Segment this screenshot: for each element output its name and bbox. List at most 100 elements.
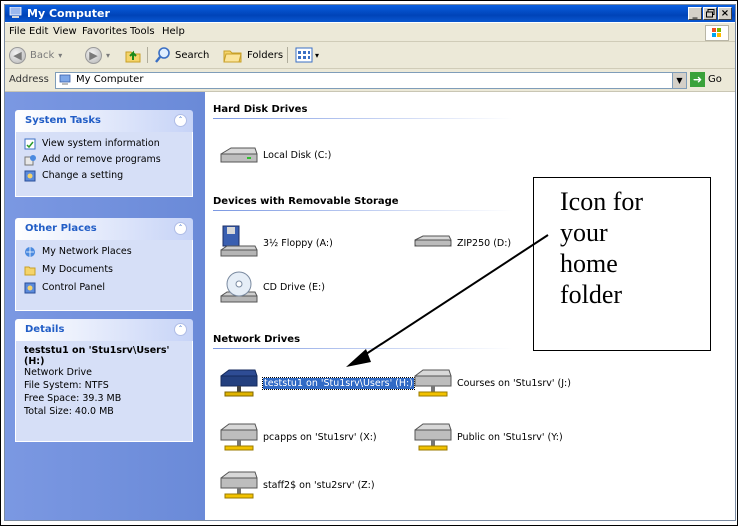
other-places-body: My Network Places My Documents Control P…	[15, 240, 193, 311]
standard-toolbar: ◀ Back ▾ ▶ ▾ Search Folders ▾	[5, 42, 735, 69]
menu-edit[interactable]: Edit	[29, 26, 48, 37]
views-icon	[295, 47, 313, 63]
callout-line: Icon for	[560, 187, 644, 216]
drive-label: Local Disk (C:)	[263, 150, 332, 161]
programs-icon	[24, 155, 36, 166]
network-places-icon	[25, 247, 35, 257]
search-icon	[155, 47, 170, 63]
maximize-icon	[705, 9, 714, 18]
place-label: Control Panel	[42, 282, 105, 293]
address-field[interactable]: My Computer ▼	[55, 72, 687, 89]
my-computer-icon	[59, 74, 71, 85]
back-label: Back	[30, 49, 55, 61]
task-change-setting[interactable]: Change a setting	[16, 168, 192, 184]
up-folder-button[interactable]	[124, 46, 142, 64]
task-label: View system information	[42, 138, 160, 149]
back-arrow-icon: ◀	[9, 46, 26, 64]
menu-file[interactable]: File	[9, 26, 26, 37]
callout-line: home	[560, 249, 618, 278]
drive-label: 3½ Floppy (A:)	[263, 238, 333, 249]
collapse-chevron-icon[interactable]: ˆ	[174, 222, 187, 235]
annotation-callout-box: Icon for your home folder	[533, 177, 711, 351]
menu-tools[interactable]: Tools	[130, 26, 155, 37]
network-drive-icon	[220, 423, 258, 451]
task-pane: System Tasks ˆ View system information A…	[5, 92, 205, 520]
details-header[interactable]: Details ˆ	[15, 319, 193, 341]
group-header-hard-disks: Hard Disk Drives	[213, 104, 308, 115]
info-icon	[24, 138, 36, 150]
details-free-space: Free Space: 39.3 MB	[24, 393, 122, 404]
views-button[interactable]: ▾	[295, 46, 319, 64]
place-my-network-places[interactable]: My Network Places	[16, 244, 192, 262]
network-drive-icon	[414, 369, 452, 397]
task-label: Change a setting	[42, 170, 124, 181]
address-value: My Computer	[76, 74, 144, 85]
system-tasks-header[interactable]: System Tasks ˆ	[15, 110, 193, 132]
folders-label: Folders	[247, 49, 284, 61]
folders-button[interactable]: Folders	[223, 46, 283, 64]
folders-icon	[223, 50, 242, 63]
drive-label: ZIP250 (D:)	[457, 238, 512, 249]
group-divider	[213, 348, 513, 349]
other-places-panel: Other Places ˆ My Network Places My Docu…	[15, 218, 193, 311]
system-tasks-body: View system information Add or remove pr…	[15, 132, 193, 197]
drive-label: teststu1 on 'Stu1srv\Users' (H:)	[262, 377, 415, 390]
menu-favorites[interactable]: Favorites	[82, 26, 127, 37]
details-total-size: Total Size: 40.0 MB	[24, 406, 114, 417]
details-item-name: teststu1 on 'Stu1srv\Users' (H:)	[24, 345, 170, 367]
address-dropdown-icon[interactable]: ▼	[672, 73, 686, 88]
close-button[interactable]: ×	[718, 7, 732, 20]
menu-bar: File Edit View Favorites Tools Help	[5, 23, 735, 42]
drive-label: staff2$ on 'stu2srv' (Z:)	[263, 480, 375, 491]
task-label: Add or remove programs	[42, 154, 161, 165]
forward-arrow-icon: ▶	[85, 46, 102, 64]
drive-label: pcapps on 'Stu1srv' (X:)	[263, 432, 377, 443]
group-header-removable: Devices with Removable Storage	[213, 196, 399, 207]
details-panel: Details ˆ teststu1 on 'Stu1srv\Users' (H…	[15, 319, 193, 442]
go-arrow-icon: ➜	[690, 72, 705, 87]
hard-disk-icon	[220, 147, 258, 163]
back-button[interactable]: ◀ Back ▾	[9, 46, 62, 64]
group-divider	[213, 118, 513, 119]
details-title: Details	[25, 324, 65, 335]
forward-button[interactable]: ▶ ▾	[85, 46, 110, 64]
network-drive-icon	[414, 423, 452, 451]
menu-view[interactable]: View	[53, 26, 77, 37]
maximize-button[interactable]	[703, 7, 717, 20]
task-view-system-info[interactable]: View system information	[16, 136, 192, 152]
search-button[interactable]: Search	[154, 46, 209, 64]
callout-line: folder	[560, 280, 623, 309]
title-bar[interactable]: My Computer _ ×	[5, 5, 735, 22]
address-label: Address	[9, 74, 49, 85]
system-tasks-panel: System Tasks ˆ View system information A…	[15, 110, 193, 197]
collapse-chevron-icon[interactable]: ˆ	[174, 114, 187, 127]
system-tasks-title: System Tasks	[25, 115, 101, 126]
callout-line: your	[560, 218, 608, 247]
toolbar-separator	[287, 47, 288, 63]
other-places-title: Other Places	[25, 223, 97, 234]
details-item-type: Network Drive	[24, 367, 93, 378]
go-button[interactable]: ➜ Go	[690, 72, 722, 87]
place-control-panel[interactable]: Control Panel	[16, 280, 192, 298]
drive-label: Public on 'Stu1srv' (Y:)	[457, 432, 563, 443]
other-places-header[interactable]: Other Places ˆ	[15, 218, 193, 240]
menu-help[interactable]: Help	[162, 26, 185, 37]
window-controls: _ ×	[688, 7, 732, 20]
folder-icon	[24, 266, 36, 276]
go-label: Go	[708, 74, 722, 85]
control-panel-icon	[24, 170, 36, 182]
place-label: My Documents	[42, 264, 114, 275]
minimize-button[interactable]: _	[688, 7, 702, 20]
window-title: My Computer	[27, 7, 110, 20]
place-my-documents[interactable]: My Documents	[16, 262, 192, 280]
collapse-chevron-icon[interactable]: ˆ	[174, 323, 187, 336]
cd-drive-icon	[220, 271, 258, 303]
task-add-remove-programs[interactable]: Add or remove programs	[16, 152, 192, 168]
back-dropdown-icon[interactable]: ▾	[58, 51, 62, 60]
views-dropdown-icon[interactable]: ▾	[315, 51, 319, 60]
windows-flag-icon	[712, 28, 721, 37]
control-panel-icon	[24, 282, 36, 294]
toolbar-separator	[147, 47, 148, 63]
group-header-network: Network Drives	[213, 334, 301, 345]
forward-dropdown-icon[interactable]: ▾	[106, 51, 110, 60]
